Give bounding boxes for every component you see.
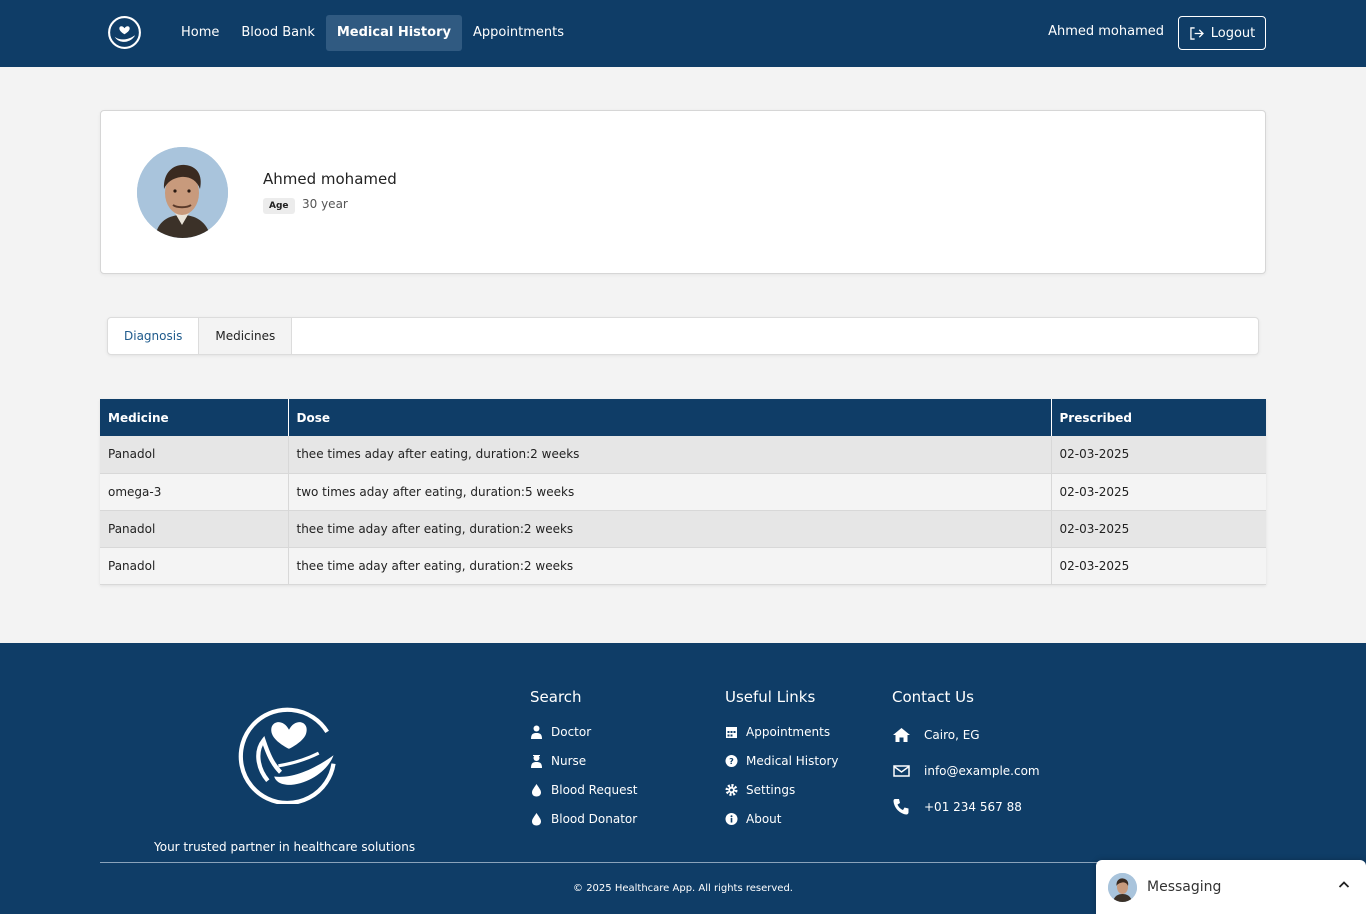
contact-phone-label: +01 234 567 88	[924, 800, 1022, 814]
medicine-cell: Panadol	[100, 510, 289, 548]
footer-useful-links-title: Useful Links	[725, 688, 816, 706]
dose-cell: thee times aday after eating, duration:2…	[288, 436, 1052, 474]
svg-text:?: ?	[729, 757, 734, 766]
contact-email-label: info@example.com	[924, 764, 1040, 778]
nav-medical-history[interactable]: Medical History	[325, 15, 462, 51]
doctor-icon	[531, 725, 542, 739]
home-icon	[893, 728, 910, 742]
footer-link-about[interactable]: About	[725, 804, 838, 833]
dose-cell: thee time aday after eating, duration:2 …	[288, 547, 1052, 585]
footer-link-label: Medical History	[746, 753, 839, 768]
logout-button[interactable]: Logout	[1178, 16, 1266, 50]
footer-link-label: Settings	[746, 782, 796, 797]
footer-link-blood-request[interactable]: Blood Request	[530, 775, 637, 804]
medicine-cell: Panadol	[100, 436, 289, 474]
table-row: Panadol thee times aday after eating, du…	[100, 436, 1266, 474]
blood-drop-icon	[532, 783, 541, 796]
nav-appointments[interactable]: Appointments	[462, 15, 575, 51]
messaging-avatar	[1108, 872, 1137, 902]
contact-address-label: Cairo, EG	[924, 728, 980, 742]
contact-email[interactable]: info@example.com	[892, 753, 1040, 789]
footer-contact-title: Contact Us	[892, 688, 974, 706]
column-header-prescribed: Prescribed	[1051, 399, 1266, 436]
app-logo-icon[interactable]	[107, 15, 142, 50]
history-tabs: Diagnosis Medicines	[107, 317, 1259, 355]
contact-phone[interactable]: +01 234 567 88	[892, 789, 1040, 825]
chevron-up-icon[interactable]	[1338, 880, 1350, 889]
footer-search-column: Search Doctor Nurse Blood Request Blood …	[530, 688, 637, 833]
prescribed-cell: 02-03-2025	[1051, 510, 1266, 548]
messaging-label: Messaging	[1147, 879, 1222, 895]
footer-link-label: Doctor	[551, 724, 592, 739]
info-circle-icon	[725, 812, 738, 825]
dose-cell: two times aday after eating, duration:5 …	[288, 473, 1052, 511]
footer-logo-icon	[238, 707, 336, 804]
footer-search-title: Search	[530, 688, 582, 706]
nav-user-name: Ahmed mohamed	[1048, 24, 1164, 39]
footer-link-settings[interactable]: Settings	[725, 775, 838, 804]
prescribed-cell: 02-03-2025	[1051, 436, 1266, 474]
tab-medicines[interactable]: Medicines	[198, 318, 293, 354]
medicine-cell: omega-3	[100, 473, 289, 511]
logout-icon	[1190, 26, 1204, 40]
prescribed-cell: 02-03-2025	[1051, 473, 1266, 511]
gear-icon	[725, 783, 738, 796]
messaging-widget[interactable]: Messaging	[1096, 860, 1366, 914]
medicines-table: Medicine Dose Prescribed Panadol thee ti…	[100, 399, 1266, 585]
nurse-icon	[531, 754, 542, 768]
nav-home[interactable]: Home	[170, 15, 230, 51]
medicine-cell: Panadol	[100, 547, 289, 585]
table-header-row: Medicine Dose Prescribed	[100, 399, 1266, 436]
calendar-icon	[726, 726, 737, 738]
envelope-icon	[893, 765, 910, 777]
tab-diagnosis[interactable]: Diagnosis	[108, 318, 198, 354]
footer-link-label: Appointments	[746, 724, 831, 739]
table-row: Panadol thee time aday after eating, dur…	[100, 510, 1266, 548]
age-value: 30 year	[302, 197, 348, 211]
footer-tagline: Your trusted partner in healthcare solut…	[154, 840, 416, 854]
footer-link-blood-donator[interactable]: Blood Donator	[530, 804, 637, 833]
column-header-medicine: Medicine	[100, 399, 289, 436]
footer-link-doctor[interactable]: Doctor	[530, 717, 637, 746]
question-circle-icon: ?	[725, 754, 738, 767]
table-row: omega-3 two times aday after eating, dur…	[100, 473, 1266, 511]
profile-avatar	[137, 147, 228, 238]
footer-link-label: About	[746, 811, 782, 826]
blood-drop-icon	[532, 812, 541, 825]
profile-name: Ahmed mohamed	[263, 170, 397, 188]
dose-cell: thee time aday after eating, duration:2 …	[288, 510, 1052, 548]
phone-icon	[893, 799, 909, 815]
footer-link-appointments[interactable]: Appointments	[725, 717, 838, 746]
footer-link-nurse[interactable]: Nurse	[530, 746, 637, 775]
footer-link-label: Blood Request	[551, 782, 638, 797]
prescribed-cell: 02-03-2025	[1051, 547, 1266, 585]
footer-contact-column: Contact Us Cairo, EG info@example.com +0…	[892, 688, 1040, 825]
age-badge: Age	[263, 198, 295, 214]
contact-address: Cairo, EG	[892, 717, 1040, 753]
column-header-dose: Dose	[288, 399, 1052, 436]
nav-blood-bank[interactable]: Blood Bank	[230, 15, 325, 51]
table-row: Panadol thee time aday after eating, dur…	[100, 547, 1266, 585]
profile-card: Ahmed mohamed Age 30 year	[100, 110, 1266, 274]
footer-link-label: Nurse	[551, 753, 587, 768]
footer-link-medical-history[interactable]: ? Medical History	[725, 746, 838, 775]
navbar: Home Blood Bank Medical History Appointm…	[0, 0, 1366, 67]
footer-divider	[100, 862, 1266, 863]
footer-link-label: Blood Donator	[551, 811, 638, 826]
footer-useful-links-column: Useful Links Appointments ? Medical Hist…	[725, 688, 838, 833]
logout-label: Logout	[1210, 25, 1256, 41]
